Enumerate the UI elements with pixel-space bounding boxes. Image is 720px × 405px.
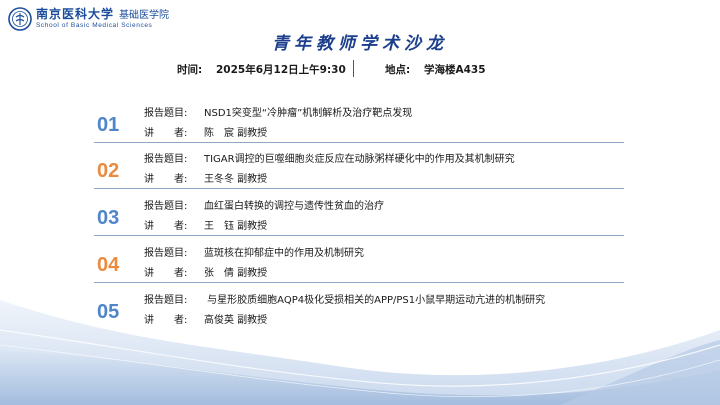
report-number: 04 (97, 254, 120, 276)
report-item: 02 报告题目: TIGAR调控的巨噬细胞炎症反应在动脉粥样硬化中的作用及其机制研… (0, 150, 720, 196)
report-topic: TIGAR调控的巨噬细胞炎症反应在动脉粥样硬化中的作用及其机制研究 (204, 154, 515, 165)
report-number: 01 (97, 114, 120, 136)
speaker-label: 讲 者: (144, 174, 188, 185)
report-item: 01 报告题目: NSD1突变型“冷肿瘤”机制解析及治疗靶点发现 讲 者: 陈 宸 … (0, 104, 720, 150)
report-item: 03 报告题目: 血红蛋白转换的调控与遗传性贫血的治疗 讲 者: 王 钰 副教授 (0, 197, 720, 243)
speaker-label: 讲 者: (144, 221, 188, 232)
topic-label: 报告题目: (144, 201, 188, 212)
item-divider (94, 142, 624, 143)
topic-label: 报告题目: (144, 154, 188, 165)
report-speaker: 高俊英 副教授 (204, 315, 268, 326)
university-emblem-icon (8, 7, 32, 31)
time-label: 时间: (177, 64, 203, 76)
report-topic: 血红蛋白转换的调控与遗传性贫血的治疗 (204, 201, 384, 212)
item-divider (94, 188, 624, 189)
school-logo: 南京医科大学 基础医学院 School of Basic Medical Sci… (8, 7, 169, 31)
report-number: 03 (97, 207, 120, 229)
item-divider (94, 235, 624, 236)
report-item: 04 报告题目: 蓝斑核在抑郁症中的作用及机制研究 讲 者: 张 倩 副教授 (0, 244, 720, 290)
report-speaker: 王冬冬 副教授 (204, 174, 268, 185)
meta-divider (353, 60, 354, 77)
time-value: 2025年6月12日上午9:30 (216, 64, 346, 76)
school-name: 基础医学院 (119, 10, 170, 22)
speaker-label: 讲 者: (144, 128, 188, 139)
university-name: 南京医科大学 (36, 7, 115, 22)
report-speaker: 陈 宸 副教授 (204, 128, 268, 139)
topic-label: 报告题目: (144, 248, 188, 259)
report-topic: 蓝斑核在抑郁症中的作用及机制研究 (204, 248, 364, 259)
place-value: 学海楼A435 (424, 64, 486, 76)
report-speaker: 张 倩 副教授 (204, 268, 268, 279)
topic-label: 报告题目: (144, 295, 188, 306)
topic-label: 报告题目: (144, 108, 188, 119)
report-topic: NSD1突变型“冷肿瘤”机制解析及治疗靶点发现 (204, 108, 413, 119)
report-item: 05 报告题目: 与星形胶质细胞AQP4极化受损相关的APP/PS1小鼠早期运动… (0, 291, 720, 337)
page-title: 青年教师学术沙龙 (272, 34, 448, 54)
report-speaker: 王 钰 副教授 (204, 221, 268, 232)
place-label: 地点: (385, 64, 411, 76)
report-topic: 与星形胶质细胞AQP4极化受损相关的APP/PS1小鼠早期运动亢进的机制研究 (204, 295, 546, 306)
report-number: 02 (97, 160, 120, 182)
report-number: 05 (97, 301, 120, 323)
item-divider (94, 282, 624, 283)
speaker-label: 讲 者: (144, 268, 188, 279)
speaker-label: 讲 者: (144, 315, 188, 326)
